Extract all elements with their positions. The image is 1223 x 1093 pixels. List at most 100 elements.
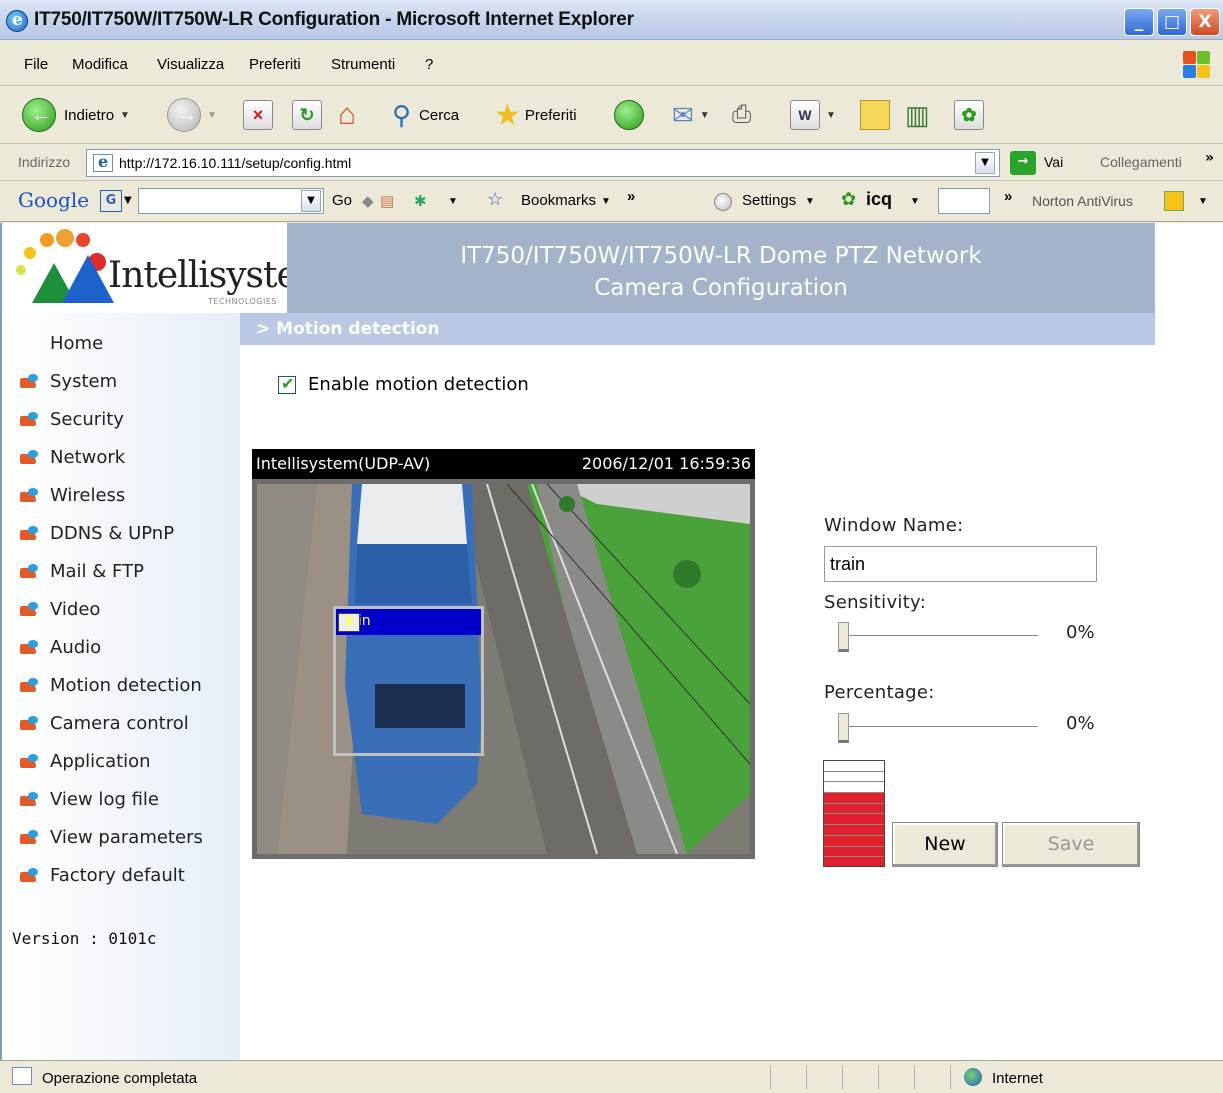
window-name-input[interactable] <box>824 546 1097 582</box>
edit-button[interactable]: W ▼ <box>790 97 836 133</box>
search-button[interactable]: ⚲ Cerca <box>392 97 459 133</box>
sidebar-item-system[interactable]: System <box>20 367 117 395</box>
google-go-button[interactable]: Go <box>332 192 352 209</box>
maximize-button[interactable]: □ <box>1157 8 1187 36</box>
back-arrow-icon: ← <box>22 98 56 132</box>
wand-icon <box>20 828 42 846</box>
wand-icon <box>20 562 42 580</box>
sidebar-item-label: Wireless <box>50 484 126 506</box>
sensitivity-slider-track[interactable] <box>840 635 1038 637</box>
google-g-icon[interactable]: G <box>100 190 122 212</box>
wand-icon <box>20 752 42 770</box>
sidebar-item-audio[interactable]: Audio <box>20 633 101 661</box>
mail-button[interactable]: ✉ ▼ <box>672 97 710 133</box>
meter-cell <box>824 825 884 836</box>
home-button[interactable]: ⌂ <box>338 97 356 133</box>
meter-cell <box>824 771 884 783</box>
print-button[interactable]: ⎙ <box>732 97 751 133</box>
wand-icon <box>20 714 42 732</box>
notes-icon <box>860 100 890 130</box>
percentage-slider-thumb[interactable] <box>838 713 849 743</box>
google-news-icon[interactable]: ▤ <box>380 192 394 210</box>
google-popup-icon[interactable]: ✱ <box>414 192 427 210</box>
sidebar-item-application[interactable]: Application <box>20 747 151 775</box>
status-text: Operazione completata <box>42 1070 198 1087</box>
sidebar-item-view-log-file[interactable]: View log file <box>20 785 159 813</box>
google-options-dropdown[interactable]: ▼ <box>448 196 458 207</box>
page-icon <box>93 152 113 172</box>
icq-flower-icon: ✿ <box>841 189 857 209</box>
sensitivity-slider-thumb[interactable] <box>838 622 849 652</box>
research-button[interactable]: ▥ <box>905 97 930 133</box>
forward-button[interactable]: → ▼ <box>167 97 217 133</box>
links-chevron-icon[interactable]: » <box>1205 150 1214 166</box>
new-window-button[interactable]: New <box>892 822 998 867</box>
norton-caret-icon[interactable]: ▼ <box>1198 196 1208 207</box>
messenger-button[interactable]: ✿ <box>954 97 984 133</box>
home-icon: ⌂ <box>338 98 357 131</box>
menu-bar: File Modifica Visualizza Preferiti Strum… <box>0 40 1223 86</box>
menu-preferiti[interactable]: Preferiti <box>249 56 301 73</box>
sidebar-item-motion-detection[interactable]: Motion detection <box>20 671 202 699</box>
discuss-button[interactable] <box>860 97 890 133</box>
logo-subtitle: TECHNOLOGIES <box>208 297 277 306</box>
google-arrows-icon[interactable]: ◆ <box>362 192 374 210</box>
sidebar-item-label: View parameters <box>50 826 203 848</box>
address-bar: Indirizzo http://172.16.10.111/setup/con… <box>0 145 1223 181</box>
settings-button[interactable]: Settings <box>742 192 796 209</box>
word-edit-icon: W <box>790 100 820 130</box>
norton-antivirus-button[interactable]: Norton AntiVirus <box>1032 193 1133 209</box>
menu-file[interactable]: File <box>24 56 48 73</box>
sidebar-item-view-parameters[interactable]: View parameters <box>20 823 203 851</box>
percentage-slider-track[interactable] <box>840 726 1038 728</box>
motion-window-close-button[interactable]: X <box>338 613 360 632</box>
history-button[interactable] <box>614 97 644 133</box>
internet-globe-icon <box>964 1068 982 1086</box>
stop-button[interactable]: × <box>243 97 273 133</box>
favorites-label: Preferiti <box>524 106 577 124</box>
go-button[interactable]: Vai <box>1044 154 1063 170</box>
sidebar-item-home[interactable]: Home <box>50 329 103 357</box>
favorites-button[interactable]: ★ Preferiti <box>494 97 577 133</box>
address-input[interactable]: http://172.16.10.111/setup/config.html ▼ <box>86 149 1000 177</box>
enable-motion-detection[interactable]: Enable motion detection <box>278 374 529 395</box>
wand-icon <box>20 524 42 542</box>
back-button[interactable]: ← Indietro ▼ <box>22 97 130 133</box>
sidebar-item-mail-ftp[interactable]: Mail & FTP <box>20 557 144 585</box>
icq-input[interactable] <box>938 188 990 214</box>
address-dropdown-button[interactable]: ▼ <box>975 152 995 174</box>
sidebar-item-video[interactable]: Video <box>20 595 100 623</box>
menu-help[interactable]: ? <box>425 56 433 73</box>
web-page: Intellisystem TECHNOLOGIES IT750/IT750W/… <box>0 223 1223 1060</box>
sidebar-item-factory-default[interactable]: Factory default <box>20 861 185 889</box>
sidebar-item-label: DDNS & UPnP <box>50 522 175 544</box>
go-arrow-icon[interactable]: → <box>1010 151 1036 175</box>
google-search-dropdown[interactable]: ▼ <box>301 190 321 212</box>
settings-caret-icon: ▼ <box>805 196 815 207</box>
save-button[interactable]: Save <box>1002 822 1140 867</box>
sidebar-item-network[interactable]: Network <box>20 443 125 471</box>
enable-motion-checkbox[interactable] <box>278 374 296 394</box>
sidebar-item-ddns-upnp[interactable]: DDNS & UPnP <box>20 519 174 547</box>
wand-icon <box>20 372 42 390</box>
menu-strumenti[interactable]: Strumenti <box>331 56 395 73</box>
bookmarks-button[interactable]: Bookmarks <box>521 192 596 209</box>
google-overflow-icon[interactable]: » <box>627 188 635 205</box>
camera-video-feed[interactable] <box>252 479 755 859</box>
motion-window-titlebar[interactable]: train X <box>336 609 481 635</box>
sidebar-item-security[interactable]: Security <box>20 405 124 433</box>
sidebar-item-wireless[interactable]: Wireless <box>20 481 125 509</box>
forward-arrow-icon: → <box>167 98 201 132</box>
menu-visualizza[interactable]: Visualizza <box>157 56 224 73</box>
icq-overflow-icon[interactable]: » <box>1004 188 1012 205</box>
close-button[interactable]: X <box>1190 8 1220 36</box>
icq-button[interactable]: icq <box>866 189 892 210</box>
sidebar-item-camera-control[interactable]: Camera control <box>20 709 189 737</box>
links-toolbar[interactable]: Collegamenti <box>1100 154 1182 170</box>
motion-window[interactable]: train X <box>333 606 484 756</box>
menu-modifica[interactable]: Modifica <box>72 56 128 73</box>
refresh-button[interactable]: ↻ <box>292 97 322 133</box>
section-title-bar: > Motion detection <box>240 313 1155 345</box>
google-search-input[interactable]: ▼ <box>138 188 324 214</box>
minimize-button[interactable]: _ <box>1124 8 1154 36</box>
